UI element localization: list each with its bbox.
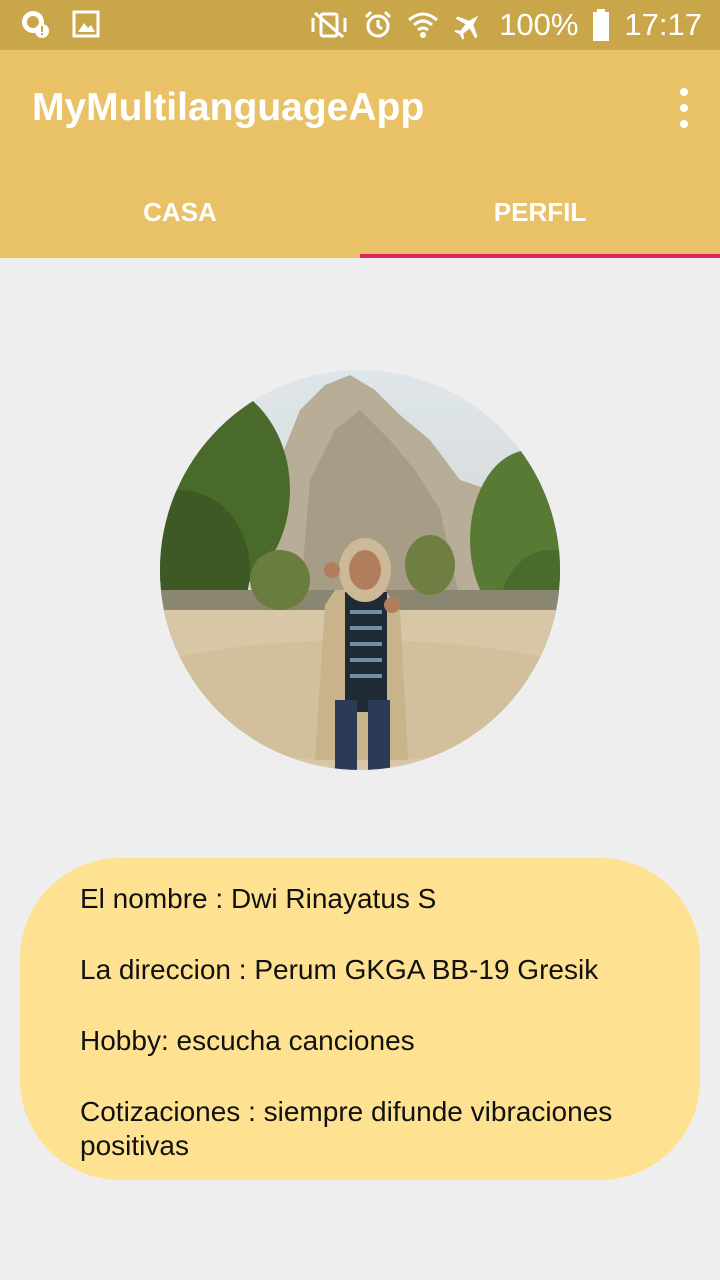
profile-hobby: Hobby: escucha canciones [80,1025,415,1056]
wifi-icon [407,10,439,40]
app-title: MyMultilanguageApp [32,86,425,129]
tab-casa[interactable]: CASA [0,176,360,258]
profile-address: La direccion : Perum GKGA BB-19 Gresik [80,954,599,985]
tab-bar: CASA PERFIL [0,176,720,258]
tab-perfil[interactable]: PERFIL [360,176,720,258]
battery-icon [592,9,610,41]
alarm-icon [363,10,393,40]
battery-percent: 100% [499,7,579,42]
vibrate-icon [309,10,349,40]
app-bar: MyMultilanguageApp CASA PERFIL [0,50,720,258]
airplane-icon [453,10,485,40]
profile-quote: Cotizaciones : siempre difunde vibracion… [80,1096,613,1161]
notification-icon [20,9,50,39]
profile-photo [160,370,560,770]
gallery-icon [72,9,100,39]
clock: 17:17 [624,7,702,42]
status-bar: 100% 17:17 [0,0,720,50]
profile-name: El nombre : Dwi Rinayatus S [80,883,437,914]
profile-info-card: El nombre : Dwi Rinayatus S La direccion… [20,858,700,1180]
more-vert-icon[interactable] [676,88,692,128]
